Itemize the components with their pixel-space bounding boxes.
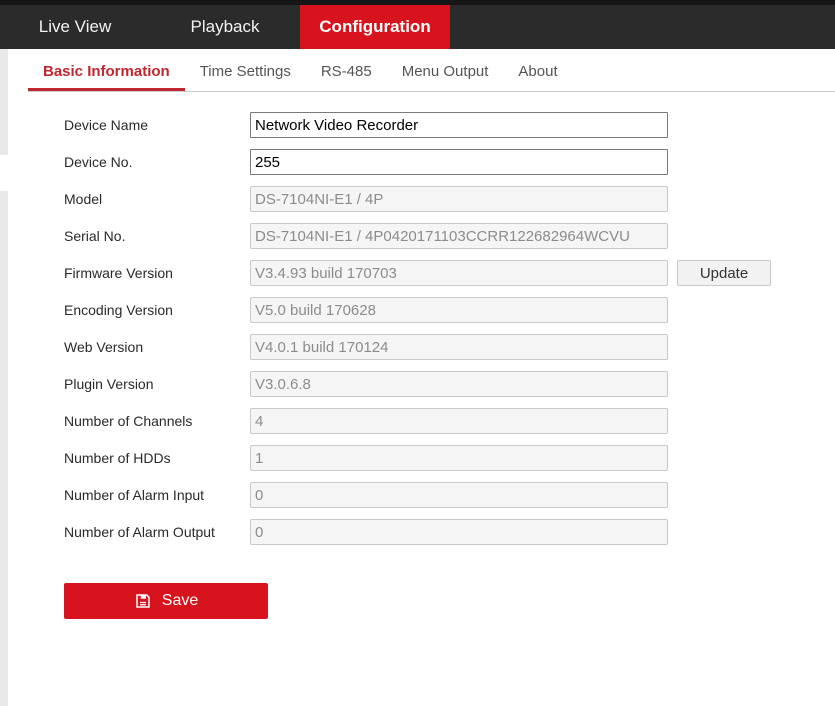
form-row: Plugin Version: [64, 371, 835, 397]
num-alarm-input-field: [250, 482, 668, 508]
firmware-version-field: [250, 260, 668, 286]
left-edge-strip-gap: [0, 155, 8, 191]
form-row: Serial No.: [64, 223, 835, 249]
form-row: Number of Alarm Input: [64, 482, 835, 508]
tab-playback[interactable]: Playback: [150, 5, 300, 49]
subtab-menu-output[interactable]: Menu Output: [387, 49, 504, 91]
basic-information-form: Device Name Device No. Model Serial No. …: [64, 112, 835, 619]
field-label: Number of Alarm Input: [64, 487, 250, 503]
tab-live-view[interactable]: Live View: [0, 5, 150, 49]
subtab-about[interactable]: About: [503, 49, 572, 91]
left-edge-strip: [0, 49, 8, 706]
save-icon: [134, 592, 152, 610]
update-button[interactable]: Update: [677, 260, 771, 286]
tab-configuration[interactable]: Configuration: [300, 5, 450, 49]
form-row: Model: [64, 186, 835, 212]
form-row: Device Name: [64, 112, 835, 138]
subtab-time-settings[interactable]: Time Settings: [185, 49, 306, 91]
num-hdds-field: [250, 445, 668, 471]
form-row: Web Version: [64, 334, 835, 360]
field-label: Device No.: [64, 154, 250, 170]
field-label: Model: [64, 191, 250, 207]
plugin-version-field: [250, 371, 668, 397]
field-label: Number of HDDs: [64, 450, 250, 466]
save-button-label: Save: [162, 592, 198, 610]
form-row: Device No.: [64, 149, 835, 175]
field-label: Device Name: [64, 117, 250, 133]
save-button[interactable]: Save: [64, 583, 268, 619]
form-row: Number of Channels: [64, 408, 835, 434]
field-label: Serial No.: [64, 228, 250, 244]
form-row: Number of Alarm Output: [64, 519, 835, 545]
num-channels-field: [250, 408, 668, 434]
field-label: Encoding Version: [64, 302, 250, 318]
device-no-input[interactable]: [250, 149, 668, 175]
form-row: Number of HDDs: [64, 445, 835, 471]
subtab-basic-information[interactable]: Basic Information: [28, 49, 185, 91]
field-label: Number of Channels: [64, 413, 250, 429]
serial-no-field: [250, 223, 668, 249]
sub-navigation: Basic Information Time Settings RS-485 M…: [28, 49, 835, 92]
num-alarm-output-field: [250, 519, 668, 545]
model-field: [250, 186, 668, 212]
encoding-version-field: [250, 297, 668, 323]
form-row: Firmware Version Update: [64, 260, 835, 286]
form-row: Encoding Version: [64, 297, 835, 323]
subtab-rs-485[interactable]: RS-485: [306, 49, 387, 91]
device-name-input[interactable]: [250, 112, 668, 138]
web-version-field: [250, 334, 668, 360]
field-label: Firmware Version: [64, 265, 250, 281]
field-label: Plugin Version: [64, 376, 250, 392]
field-label: Web Version: [64, 339, 250, 355]
top-navigation: Live View Playback Configuration: [0, 0, 835, 49]
field-label: Number of Alarm Output: [64, 524, 250, 540]
